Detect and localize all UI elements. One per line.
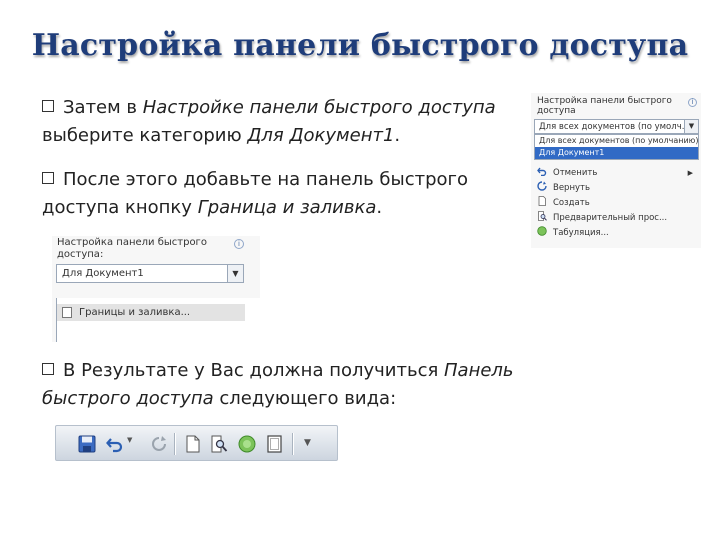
- redo-icon: [537, 181, 547, 191]
- customize-for-dropdown[interactable]: Для всех документов (по умолч... ▼: [534, 119, 699, 134]
- command-item[interactable]: Табуляция...: [534, 226, 699, 241]
- borders-shading-icon: [62, 307, 72, 318]
- undo-icon: [537, 167, 547, 176]
- separator: [175, 433, 176, 455]
- print-preview-icon[interactable]: [210, 435, 228, 453]
- qat-command-list: Границы и заливка...: [56, 298, 260, 342]
- customize-for-dropdown[interactable]: Для Документ1 ▼: [56, 264, 244, 283]
- command-item[interactable]: Предварительный прос...: [534, 211, 699, 226]
- submenu-arrow-icon: ▶: [687, 169, 693, 177]
- list-item[interactable]: Границы и заливка...: [57, 304, 245, 321]
- dropdown-option[interactable]: Для всех документов (по умолчанию): [535, 135, 699, 147]
- chevron-down-icon[interactable]: ▼: [684, 120, 698, 133]
- command-item[interactable]: Создать: [534, 196, 699, 211]
- customize-qat-dropdown-icon[interactable]: ▼: [304, 438, 311, 448]
- dropdown-options: Для всех документов (по умолчанию) Для Д…: [534, 134, 699, 160]
- instruction-paragraph-3: В Результате у Вас должна получиться Пан…: [42, 360, 514, 409]
- separator: [293, 433, 294, 455]
- checkbox-bullet-icon: [42, 363, 55, 376]
- dropdown-option-selected[interactable]: Для Документ1: [535, 147, 698, 159]
- redo-icon[interactable]: [150, 435, 168, 453]
- undo-icon[interactable]: [106, 435, 124, 453]
- print-preview-icon: [538, 211, 547, 221]
- new-document-icon: [538, 196, 546, 206]
- dialog-header: Настройка панели быстрого доступа: [537, 96, 672, 116]
- dialog-header: Настройка панели быстрого доступа:: [57, 237, 207, 260]
- tab-stop-icon[interactable]: [238, 435, 256, 453]
- chevron-down-icon[interactable]: ▼: [227, 265, 243, 282]
- command-item[interactable]: Отменить ▶: [534, 166, 699, 181]
- customize-qat-screenshot: Настройка панели быстрого доступа i Для …: [531, 93, 701, 248]
- command-item[interactable]: Вернуть: [534, 181, 699, 196]
- slide-title: Настройка панели быстрого доступа: [31, 28, 689, 63]
- instruction-paragraph-2: После этого добавьте на панель быстрого …: [42, 169, 468, 218]
- instruction-paragraph-1: Затем в Настройке панели быстрого доступ…: [42, 97, 496, 146]
- info-icon[interactable]: i: [234, 239, 244, 249]
- new-document-icon[interactable]: [184, 435, 202, 453]
- quick-access-toolbar: ▼ ▼: [55, 425, 338, 461]
- borders-shading-icon[interactable]: [266, 435, 284, 453]
- checkbox-bullet-icon: [42, 100, 55, 113]
- tab-stop-icon: [537, 226, 547, 236]
- qat-settings-screenshot: Настройка панели быстрого доступа: i Для…: [52, 236, 260, 342]
- checkbox-bullet-icon: [42, 172, 55, 185]
- info-icon[interactable]: i: [688, 98, 697, 107]
- undo-dropdown-icon[interactable]: ▼: [127, 436, 132, 444]
- save-icon[interactable]: [78, 435, 96, 453]
